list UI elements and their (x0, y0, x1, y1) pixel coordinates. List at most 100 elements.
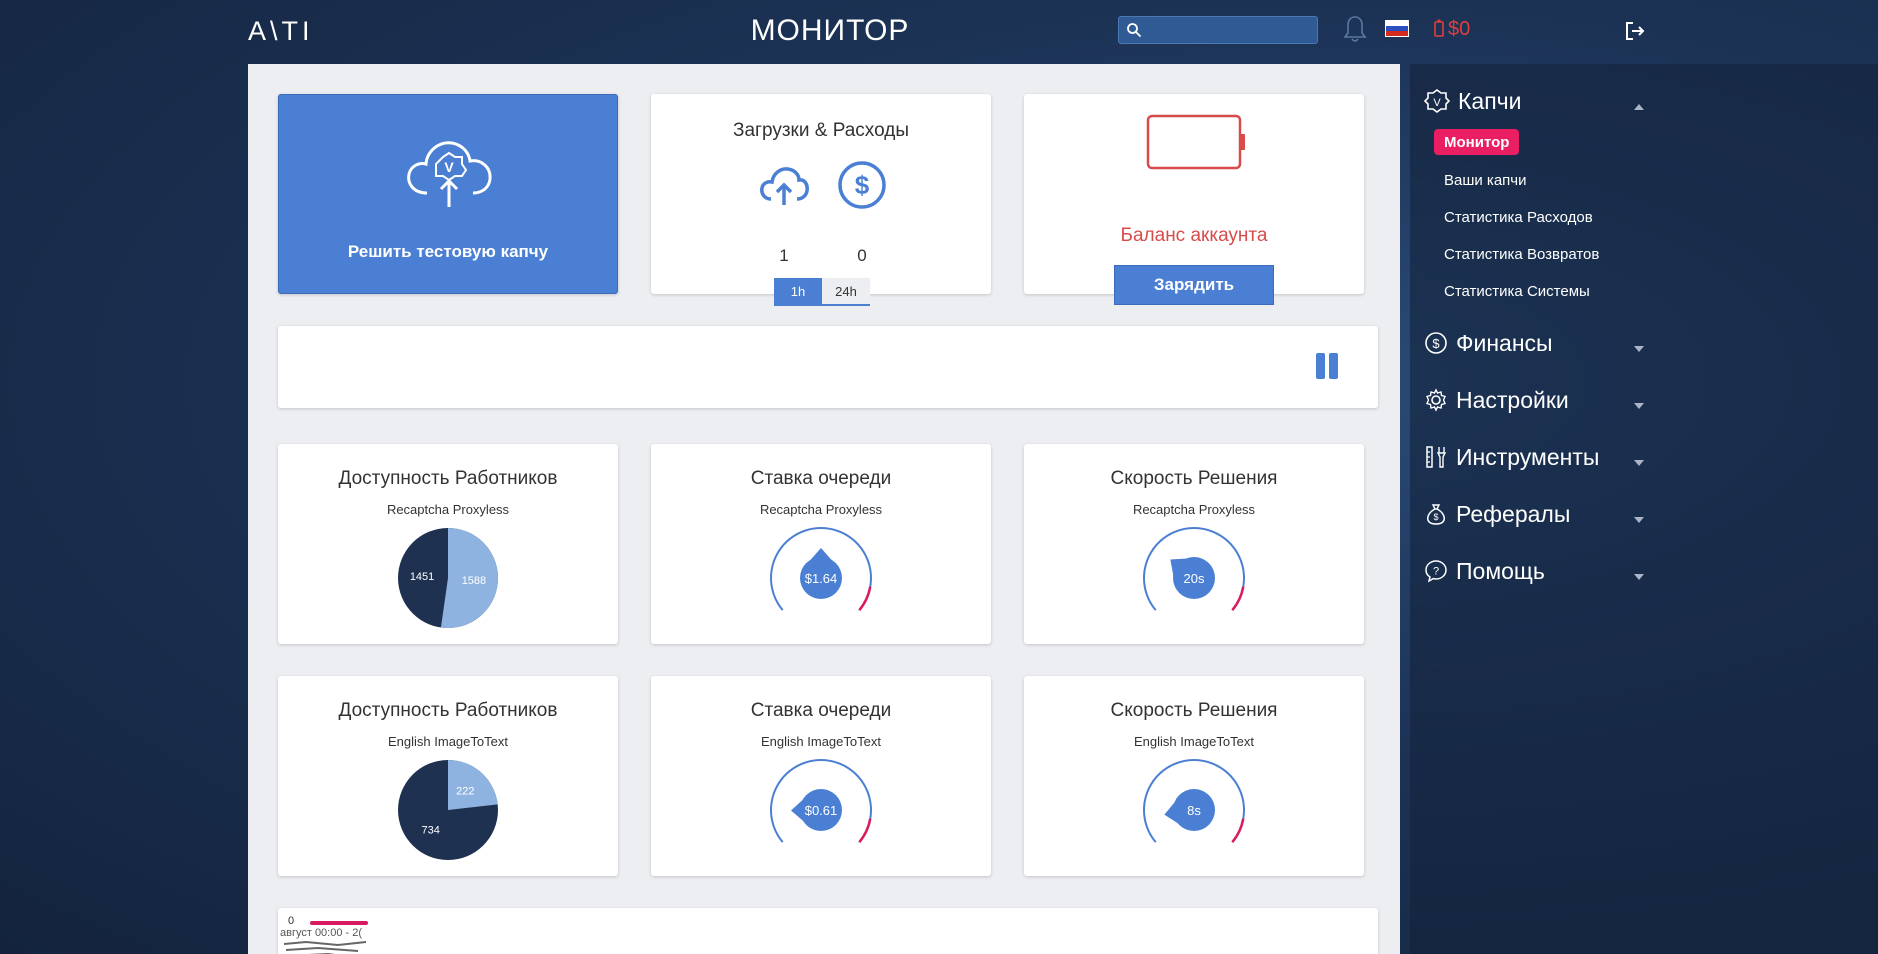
search-icon (1127, 23, 1141, 37)
stat-subtitle: Recaptcha Proxyless (386, 502, 510, 517)
chart-series-line (310, 921, 368, 925)
pie-label: 734 (421, 824, 439, 836)
chevron-up-icon[interactable] (1634, 104, 1644, 110)
uploads-value: 1 (779, 246, 789, 265)
sidebar-section-settings[interactable]: Настройки (1424, 380, 1654, 420)
russian-flag-icon[interactable] (1385, 20, 1409, 37)
gauge-arc-high (1231, 818, 1245, 843)
logout-icon[interactable] (1624, 20, 1646, 42)
search-box[interactable] (1118, 16, 1318, 44)
sidebar-item-expense-stats[interactable]: Статистика Расходов (1434, 204, 1603, 230)
page-title: МОНИТОР (750, 14, 910, 47)
sidebar-section-referrals[interactable]: $ Рефералы (1424, 494, 1654, 534)
stat-subtitle: Recaptcha Proxyless (759, 502, 883, 517)
gauge-value: 8s (1187, 803, 1201, 818)
sidebar-section-captcha[interactable]: V Капчи (1424, 81, 1654, 121)
stat-card-queue-rate-recaptcha: Ставка очереди Recaptcha Proxyless $1.64 (651, 444, 991, 644)
stat-subtitle: English ImageToText (761, 734, 881, 749)
svg-text:?: ? (1433, 566, 1439, 578)
chart-zero-label: 0 (288, 915, 295, 927)
help-icon: ? (1425, 560, 1447, 583)
tools-icon (1426, 446, 1447, 468)
solve-test-captcha-label: Решить тестовую капчу (347, 242, 549, 261)
dollar-circle-icon: $ (838, 161, 886, 209)
sidebar-section-help[interactable]: ? Помощь (1424, 551, 1654, 591)
battery-icon (1434, 19, 1444, 37)
main-content: V Решить тестовую капчу Загрузки & Расхо… (248, 64, 1400, 954)
sidebar-item-your-captchas[interactable]: Ваши капчи (1434, 167, 1536, 193)
stat-subtitle: Recaptcha Proxyless (1132, 502, 1256, 517)
svg-text:$: $ (855, 170, 870, 200)
header: A\TI МОНИТОР $0 (0, 0, 1878, 64)
uploads-expenses-title: Загрузки & Расходы (733, 120, 909, 141)
top-up-button[interactable]: Зарядить (1114, 265, 1274, 305)
gauge-arc-high (858, 586, 872, 611)
cloud-upload-captcha-icon: V (407, 141, 492, 207)
workers-pie-chart: 1588 1451 (398, 528, 499, 628)
sidebar-section-label: Помощь (1456, 557, 1545, 584)
uploads-expenses-card: Загрузки & Расходы $ 1 0 1h 24h (651, 94, 991, 306)
gauge-arc-high (1231, 586, 1245, 611)
history-chart-card: 0 август 00:00 - 2( (278, 908, 1378, 954)
chart-axis-ticks (283, 940, 367, 954)
balance-value: $0 (1448, 18, 1471, 40)
pie-label: 222 (456, 786, 474, 798)
live-strip-card (278, 326, 1378, 408)
gauge-value: 20s (1184, 571, 1205, 586)
moneybag-icon: $ (1427, 504, 1445, 525)
stat-title: Ставка очереди (750, 468, 892, 489)
pause-icon[interactable] (1316, 353, 1338, 379)
sidebar-section-label: Инструменты (1456, 443, 1600, 470)
gear-icon (1426, 388, 1446, 412)
stat-title: Доступность Работников (338, 700, 558, 721)
pie-label: 1588 (462, 575, 486, 587)
sidebar-section-label: Настройки (1456, 386, 1569, 413)
stat-subtitle: English ImageToText (388, 734, 508, 749)
workers-pie-chart: 222 734 (398, 760, 498, 860)
solve-test-captcha-button[interactable]: V Решить тестовую капчу (278, 94, 618, 294)
svg-text:$: $ (1432, 336, 1440, 351)
stat-card-queue-rate-imagetotext: Ставка очереди English ImageToText $0.61 (651, 676, 991, 876)
stat-card-solve-speed-recaptcha: Скорость Решения Recaptcha Proxyless 20s (1024, 444, 1364, 644)
captcha-icon: V (1424, 89, 1450, 113)
sidebar-section-finance[interactable]: $ Финансы (1424, 323, 1654, 363)
gauge-value: $0.61 (805, 803, 838, 818)
sidebar-section-tools[interactable]: Инструменты (1424, 437, 1654, 477)
sidebar-item-monitor[interactable]: Монитор (1434, 129, 1520, 155)
period-24h-tab[interactable]: 24h (822, 278, 870, 304)
queue-rate-gauge: $1.64 (770, 527, 872, 611)
svg-text:$: $ (1433, 512, 1438, 522)
stat-card-workers-imagetotext: Доступность Работников English ImageToTe… (278, 676, 618, 876)
stat-title: Ставка очереди (750, 700, 892, 721)
period-toggle: 1h 24h (774, 278, 870, 306)
expenses-value: 0 (857, 246, 867, 265)
header-balance[interactable]: $0 (1434, 18, 1470, 41)
chevron-down-icon[interactable] (1634, 403, 1644, 409)
dollar-icon: $ (1425, 332, 1447, 354)
stat-title: Скорость Решения (1110, 700, 1278, 721)
period-1h-tab[interactable]: 1h (774, 278, 822, 304)
pie-label: 1451 (410, 571, 434, 583)
cloud-upload-icon (760, 167, 809, 205)
stat-card-workers-recaptcha: Доступность Работников Recaptcha Proxyle… (278, 444, 618, 644)
chevron-down-icon[interactable] (1634, 574, 1644, 580)
solve-speed-gauge: 20s (1143, 527, 1245, 611)
bell-icon[interactable] (1342, 14, 1368, 44)
chevron-down-icon[interactable] (1634, 460, 1644, 466)
gauge-value: $1.64 (805, 571, 838, 586)
chevron-down-icon[interactable] (1634, 346, 1644, 352)
svg-text:V: V (444, 159, 454, 175)
sidebar-item-refund-stats[interactable]: Статистика Возвратов (1434, 241, 1609, 267)
stat-card-solve-speed-imagetotext: Скорость Решения English ImageToText 8s (1024, 676, 1364, 876)
battery-empty-icon (1146, 114, 1245, 170)
chevron-down-icon[interactable] (1634, 517, 1644, 523)
solve-speed-gauge: 8s (1143, 759, 1245, 843)
sidebar-section-label: Финансы (1456, 329, 1553, 356)
sidebar-section-label: Капчи (1458, 87, 1522, 114)
gauge-arc-high (858, 818, 872, 843)
logo[interactable]: A\TI (248, 16, 314, 47)
search-input[interactable] (1147, 19, 1313, 41)
stat-title: Доступность Работников (338, 468, 558, 489)
sidebar-section-label: Рефералы (1456, 500, 1571, 527)
sidebar-item-system-stats[interactable]: Статистика Системы (1434, 278, 1600, 304)
